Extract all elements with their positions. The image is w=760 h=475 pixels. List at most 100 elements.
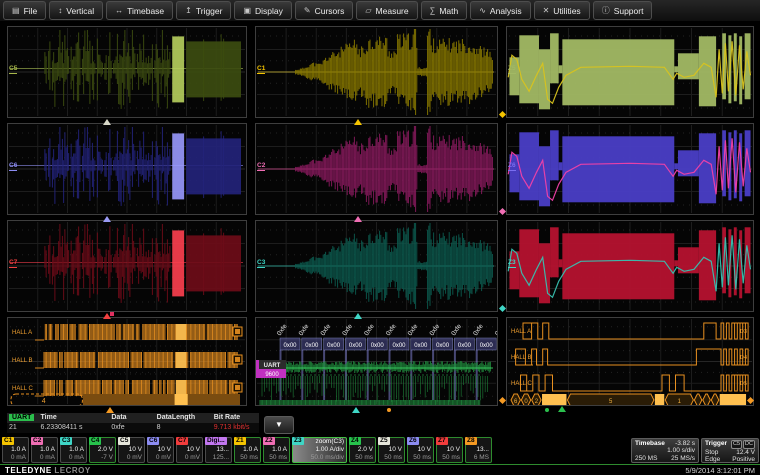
descriptor-z7[interactable]: Z710 V50 ms	[436, 437, 463, 463]
svg-text:HALL B: HALL B	[511, 355, 531, 361]
svg-text:0xfe: 0xfe	[407, 323, 420, 337]
channel-descriptor-bar: C11.0 A0 mAC21.0 A0 mAC31.0 A0 mAC42.0 V…	[2, 437, 492, 463]
channel-tab: C3	[60, 437, 72, 445]
menu-button-cursors[interactable]: ✎Cursors	[295, 1, 353, 20]
table-cell: 0xfe	[109, 423, 154, 433]
channel-tab: Z3	[292, 437, 304, 445]
descriptor-line1: 1.00 A/div	[315, 446, 344, 453]
svg-text:D3: D3	[740, 329, 747, 335]
menu-button-timebase[interactable]: ↔ Timebase	[106, 1, 173, 20]
table-collapse-button[interactable]: ▼	[264, 416, 294, 434]
datetime: 5/9/2014 3:12:01 PM	[685, 466, 755, 475]
svg-text:0xfe: 0xfe	[494, 323, 497, 337]
math-icon: ∑	[430, 7, 436, 15]
menu-button-trigger[interactable]: ↥Trigger	[176, 1, 231, 20]
svg-text:0x00: 0x00	[414, 343, 428, 349]
timebase-icon: ↔	[115, 7, 123, 15]
descriptor-c4[interactable]: C42.0 V-7 V	[89, 437, 116, 463]
table-header: Time	[39, 413, 110, 423]
svg-text:0x00: 0x00	[349, 343, 363, 349]
descriptor-line1: 10 V	[158, 446, 171, 453]
svg-text:D5: D5	[740, 381, 747, 387]
level-marker	[499, 208, 506, 215]
svg-text:0x00: 0x00	[436, 343, 450, 349]
descriptor-digi[interactable]: Digi...13...125...	[205, 437, 232, 463]
grid-panel-z3: Z3	[506, 220, 754, 312]
descriptor-c5[interactable]: C510 V0 mV	[118, 437, 145, 463]
descriptor-line1: 1.0 A	[243, 446, 258, 453]
descriptor-line2: 50 ms	[240, 454, 258, 461]
zero-level-label-c1: C1	[257, 65, 265, 74]
menu-button-utilities[interactable]: ✕Utilities	[534, 1, 590, 20]
descriptor-c7[interactable]: C710 V0 mV	[176, 437, 203, 463]
trigger-marker	[354, 313, 362, 319]
file-icon: ▤	[12, 7, 20, 15]
svg-text:HALL B: HALL B	[12, 358, 32, 364]
trigger-source-chip: C5	[731, 440, 742, 449]
descriptor-line1: 13...	[476, 446, 489, 453]
menu-label: File	[24, 6, 38, 16]
descriptor-line1: 10 V	[389, 446, 402, 453]
descriptor-line1: 2.0 V	[98, 446, 113, 453]
uart-badge: UART	[9, 414, 34, 421]
menu-button-math[interactable]: ∑Math	[421, 1, 468, 20]
menu-button-support[interactable]: ⓘSupport	[593, 1, 653, 20]
grid-panel-c7: C7	[7, 220, 247, 312]
svg-text:4: 4	[42, 398, 46, 405]
analysis-icon: ∿	[479, 7, 486, 15]
descriptor-c3[interactable]: C31.0 A0 mA	[60, 437, 87, 463]
descriptor-line1: 1.0 A	[272, 446, 287, 453]
descriptor-z6[interactable]: Z610 V50 ms	[407, 437, 434, 463]
zero-level-label-c7: C7	[9, 259, 17, 268]
grid-panel-c6: C6	[7, 123, 247, 215]
descriptor-z5[interactable]: Z510 V50 ms	[378, 437, 405, 463]
menu-label: Timebase	[127, 6, 164, 16]
trigger-marker	[354, 216, 362, 222]
descriptor-c2[interactable]: C21.0 A0 mA	[31, 437, 58, 463]
support-icon: ⓘ	[602, 7, 610, 15]
level-marker	[499, 305, 506, 312]
trigger-icon: ↥	[185, 7, 192, 15]
menu-button-analysis[interactable]: ∿Analysis	[470, 1, 530, 20]
zero-level-label-c3: C3	[257, 259, 265, 268]
descriptor-line2: 0 mV	[156, 454, 171, 461]
menu-label: Cursors	[315, 6, 345, 16]
menu-label: Measure	[376, 6, 409, 16]
descriptor-c6[interactable]: C610 V0 mV	[147, 437, 174, 463]
timebase-box[interactable]: Timebase -3.82 s 1.00 s/div 250 MS 25 MS…	[631, 438, 699, 463]
table-cell: 6.23308411 s	[39, 423, 110, 433]
grid-panel: HALL AD3HALL BD4HALL CD560251	[506, 317, 754, 406]
descriptor-z3[interactable]: Z3zoom(C3)1.00 A/div50.0 ms/div	[292, 437, 347, 463]
trigger-box[interactable]: Trigger C5 DC Stop 12.4 V Edge Positive	[701, 438, 759, 463]
descriptor-line2: 0 mA	[69, 454, 84, 461]
timebase-offset: -3.82 s	[675, 440, 695, 447]
descriptor-z1[interactable]: Z11.0 A50 ms	[234, 437, 261, 463]
svg-text:UART: UART	[264, 363, 281, 369]
trigger-marker	[354, 119, 362, 125]
descriptor-z8[interactable]: Z813...6 MS	[465, 437, 492, 463]
timebase-record: 250 MS	[635, 455, 657, 462]
display-icon: ▣	[243, 7, 251, 15]
channel-tab: Digi...	[205, 437, 227, 445]
descriptor-line2: 50 ms	[355, 454, 373, 461]
menu-button-display[interactable]: ▣Display	[234, 1, 291, 20]
channel-tab: Z2	[263, 437, 275, 445]
menu-button-measure[interactable]: ▱Measure	[356, 1, 417, 20]
descriptor-line2: 0 mA	[40, 454, 55, 461]
channel-tab: Z4	[349, 437, 361, 445]
timebase-scale: 1.00 s/div	[667, 447, 695, 454]
svg-text:0x00: 0x00	[458, 343, 472, 349]
svg-text:HALL A: HALL A	[511, 329, 531, 335]
descriptor-line1: 1.0 A	[69, 446, 84, 453]
descriptor-z4[interactable]: Z42.0 V50 ms	[349, 437, 376, 463]
descriptor-c1[interactable]: C11.0 A0 mA	[2, 437, 29, 463]
svg-text:0xfe: 0xfe	[450, 323, 463, 337]
menu-button-file[interactable]: ▤ File	[3, 1, 46, 20]
menu-button-vertical[interactable]: ↕Vertical	[49, 1, 103, 20]
svg-text:0x00: 0x00	[283, 343, 297, 349]
descriptor-line1: 1.0 A	[40, 446, 55, 453]
descriptor-z2[interactable]: Z21.0 A50 ms	[263, 437, 290, 463]
channel-tab: C2	[31, 437, 43, 445]
svg-text:0x00: 0x00	[371, 343, 385, 349]
descriptor-line2: 125...	[213, 454, 229, 461]
